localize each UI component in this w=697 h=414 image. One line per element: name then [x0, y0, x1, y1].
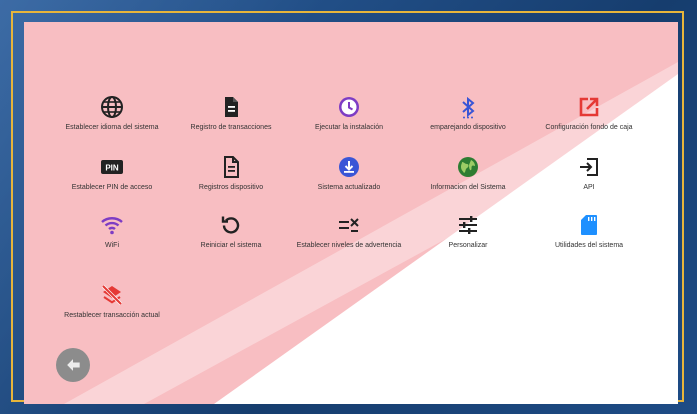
menu-item-device-logs[interactable]: Registros dispositivo [171, 154, 291, 192]
settings-screen: Establecer idioma del sistema Registro d… [24, 22, 678, 404]
menu-item-label: emparejando dispositivo [430, 124, 506, 131]
login-icon [576, 154, 602, 180]
globe-green-icon [455, 154, 481, 180]
menu-item-label: Establecer idioma del sistema [65, 124, 159, 131]
restart-icon [218, 212, 244, 238]
menu-item-label: Sistema actualizado [317, 184, 381, 191]
menu-item-pairing-device[interactable]: emparejando dispositivo [408, 94, 528, 132]
menu-item-system-update[interactable]: Sistema actualizado [289, 154, 409, 192]
wifi-icon [99, 212, 125, 238]
menu-item-cash-config[interactable]: Configuración fondo de caja [529, 94, 649, 132]
menu-item-label: WiFi [105, 242, 119, 249]
clock-icon [336, 94, 362, 120]
edit-external-icon [576, 94, 602, 120]
back-arrow-icon [67, 359, 80, 371]
menu-item-language[interactable]: Establecer idioma del sistema [52, 94, 172, 132]
checklist-icon [336, 212, 362, 238]
globe-icon [99, 94, 125, 120]
menu-item-system-info[interactable]: Informacion del Sistema [408, 154, 528, 192]
menu-item-label: API [583, 184, 595, 191]
menu-item-run-install[interactable]: Ejecutar la instalación [289, 94, 409, 132]
menu-item-system-utilities[interactable]: Utilidades del sistema [529, 212, 649, 250]
menu-item-label: Registros dispositivo [198, 184, 264, 191]
menu-item-warning-levels[interactable]: Establecer niveles de advertencia [289, 212, 409, 250]
menu-item-label: Utilidades del sistema [554, 242, 624, 249]
svg-text:PIN: PIN [105, 164, 119, 173]
menu-item-set-pin[interactable]: PIN Establecer PIN de acceso [52, 154, 172, 192]
menu-item-label: Registro de transacciones [190, 124, 272, 131]
menu-item-label: Ejecutar la instalación [314, 124, 384, 131]
menu-item-customize[interactable]: Personalizar [408, 212, 528, 250]
document-outline-icon [218, 154, 244, 180]
menu-item-label: Informacion del Sistema [430, 184, 506, 191]
menu-item-label: Reiniciar el sistema [200, 242, 262, 249]
pin-icon: PIN [99, 154, 125, 180]
document-icon [218, 94, 244, 120]
menu-item-label: Establecer niveles de advertencia [296, 242, 402, 249]
menu-item-label: Establecer PIN de acceso [71, 184, 153, 191]
sd-card-icon [576, 212, 602, 238]
menu-item-wifi[interactable]: WiFi [52, 212, 172, 250]
bluetooth-icon [455, 94, 481, 120]
menu-item-api[interactable]: API [529, 154, 649, 192]
menu-item-restart[interactable]: Reiniciar el sistema [171, 212, 291, 250]
menu-item-label: Personalizar [448, 242, 488, 249]
layers-off-icon [99, 282, 125, 308]
menu-item-label: Configuración fondo de caja [545, 124, 633, 131]
menu-item-label: Restablecer transacción actual [64, 312, 160, 319]
back-button[interactable] [56, 348, 90, 382]
menu-item-reset-transaction[interactable]: Restablecer transacción actual [52, 282, 172, 320]
menu-item-transaction-log[interactable]: Registro de transacciones [171, 94, 291, 132]
download-circle-icon [336, 154, 362, 180]
tune-icon [455, 212, 481, 238]
